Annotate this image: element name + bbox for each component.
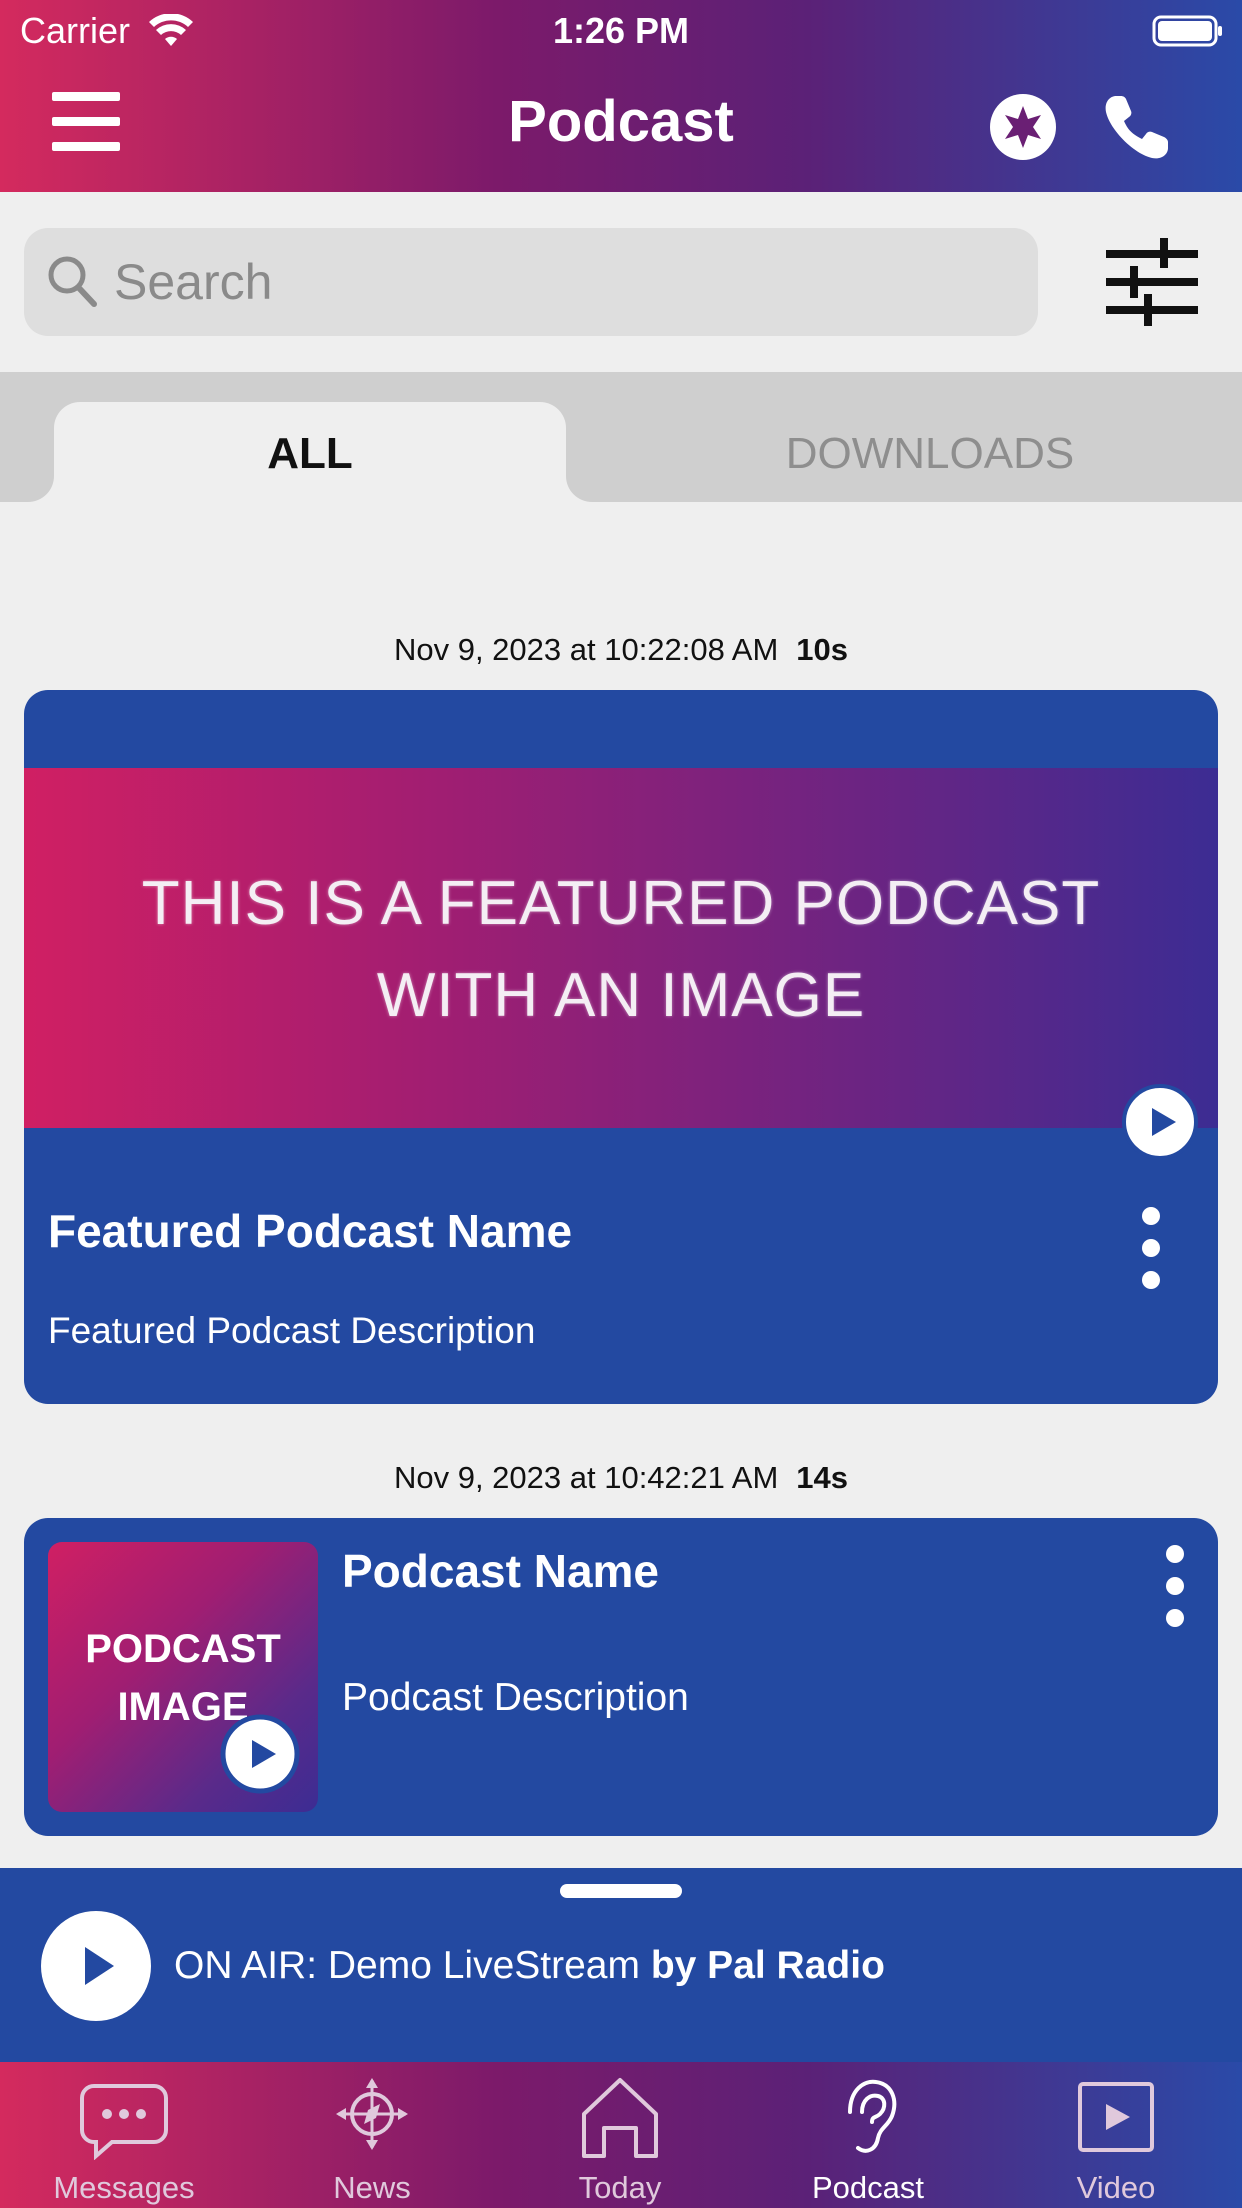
home-icon	[582, 2078, 658, 2158]
featured-duration: 10s	[796, 632, 849, 667]
featured-date-row: Nov 9, 2023 at 10:22:08 AM 10s	[0, 632, 1242, 668]
tabbar-item-news[interactable]: News	[248, 2076, 496, 2208]
now-playing-text: ON AIR: Demo LiveStream by Pal Radio	[174, 1944, 885, 1988]
tab-all[interactable]: ALL	[54, 402, 566, 502]
tabbar-label: Podcast	[811, 2170, 924, 2205]
video-play-icon	[1078, 2082, 1154, 2152]
ear-icon	[848, 2079, 897, 2153]
phone-icon[interactable]	[1100, 90, 1174, 164]
tabbar-label: Video	[1076, 2170, 1156, 2205]
compass-icon	[336, 2078, 408, 2150]
player-drag-handle[interactable]	[560, 1884, 682, 1898]
featured-banner-text: THIS IS A FEATURED PODCAST WITH AN IMAGE	[24, 858, 1218, 1042]
now-playing-artist: by Pal Radio	[650, 1944, 885, 1987]
banner-line-1: THIS IS A FEATURED PODCAST	[141, 869, 1101, 938]
podcast-duration: 14s	[796, 1460, 849, 1495]
podcast-title[interactable]: Podcast Name	[342, 1544, 659, 1598]
chat-bubble-icon	[80, 2084, 168, 2160]
tabbar-label: Messages	[53, 2170, 195, 2205]
podcast-date: Nov 9, 2023 at 10:42:21 AM	[393, 1460, 779, 1495]
podcast-play-icon[interactable]	[220, 1714, 300, 1794]
player-play-icon[interactable]	[40, 1910, 152, 2022]
featured-podcast-title[interactable]: Featured Podcast Name	[48, 1204, 572, 1258]
tabbar-label: News	[333, 2170, 411, 2205]
featured-date: Nov 9, 2023 at 10:22:08 AM	[393, 632, 779, 667]
search-input[interactable]	[114, 250, 1014, 314]
banner-line-2: WITH AN IMAGE	[376, 961, 866, 1030]
search-icon	[48, 256, 97, 307]
star-badge-icon[interactable]	[988, 92, 1058, 162]
now-playing-title: ON AIR: Demo LiveStream	[174, 1944, 640, 1987]
tabbar-item-today[interactable]: Today	[496, 2076, 744, 2208]
tabbar-label: Today	[578, 2170, 662, 2205]
battery-icon	[1152, 15, 1222, 47]
tab-downloads[interactable]: DOWNLOADS	[640, 402, 1220, 502]
tabbar-item-messages[interactable]: Messages	[0, 2076, 248, 2208]
more-options-icon[interactable]	[1154, 1544, 1196, 1628]
podcast-date-row: Nov 9, 2023 at 10:42:21 AM 14s	[0, 1460, 1242, 1496]
thumb-line-1: PODCAST	[85, 1627, 281, 1671]
tabbar-item-podcast[interactable]: Podcast	[744, 2076, 992, 2208]
status-time: 1:26 PM	[552, 10, 690, 51]
more-options-icon[interactable]	[1130, 1206, 1172, 1290]
featured-play-icon[interactable]	[1122, 1084, 1198, 1160]
featured-podcast-description: Featured Podcast Description	[48, 1310, 536, 1351]
tabbar-item-video[interactable]: Video	[992, 2076, 1240, 2208]
podcast-description: Podcast Description	[342, 1676, 689, 1719]
filter-sliders-icon[interactable]	[1104, 236, 1200, 328]
